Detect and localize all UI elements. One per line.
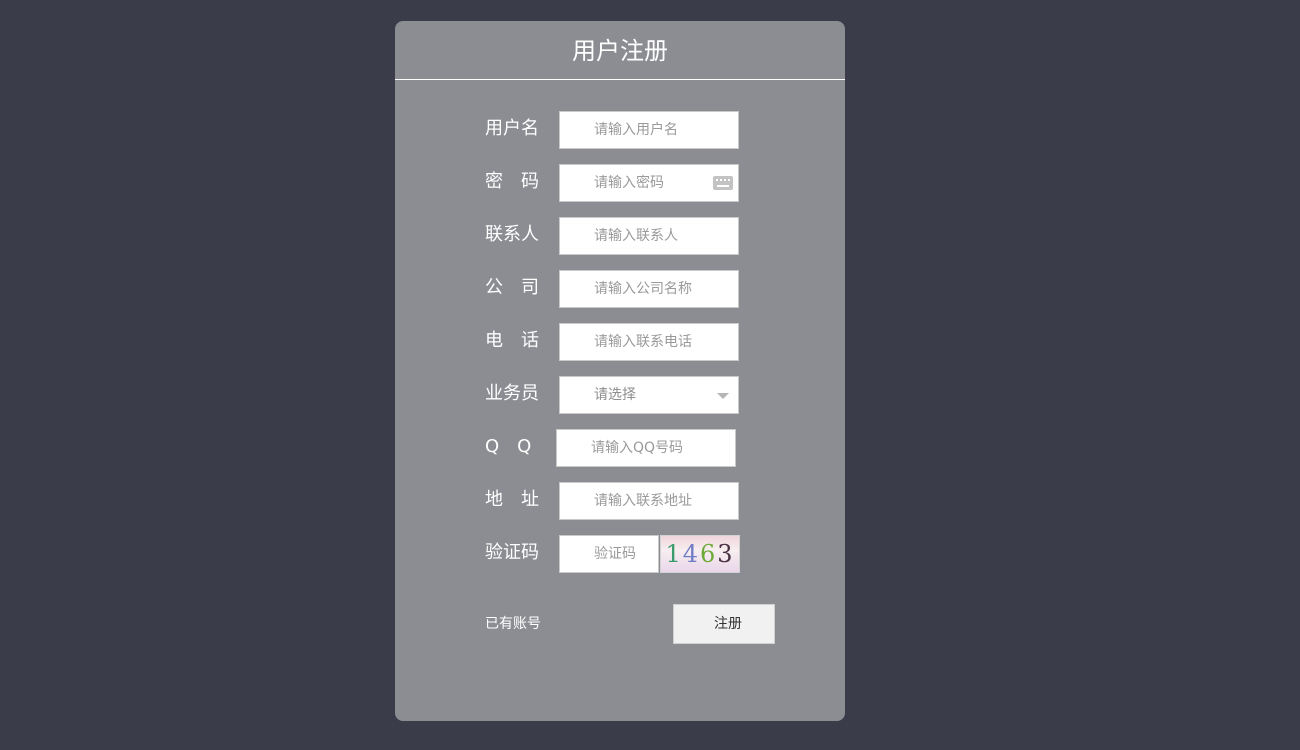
- qq-row: Q Q: [395, 429, 845, 467]
- phone-row: 电 话: [395, 323, 845, 361]
- salesperson-label: 业务员: [485, 383, 539, 404]
- qq-label: Q Q: [485, 436, 532, 457]
- password-input[interactable]: [560, 165, 738, 201]
- contact-row: 联系人: [395, 217, 845, 255]
- company-field-box: [559, 270, 739, 308]
- contact-input[interactable]: [560, 218, 738, 254]
- login-link[interactable]: 已有账号: [485, 613, 541, 633]
- captcha-label: 验证码: [485, 542, 539, 563]
- address-input[interactable]: [560, 483, 738, 519]
- captcha-input[interactable]: [560, 536, 658, 572]
- qq-field-box: [556, 429, 736, 467]
- captcha-digit: 3: [717, 540, 735, 568]
- address-label: 地 址: [485, 489, 539, 510]
- password-row: 密 码: [395, 164, 845, 202]
- captcha-digit: 1: [665, 540, 683, 568]
- captcha-row: 验证码 1463: [395, 535, 845, 573]
- phone-input[interactable]: [560, 324, 738, 360]
- phone-label: 电 话: [485, 330, 539, 351]
- keyboard-icon[interactable]: [713, 176, 733, 190]
- password-field-box: [559, 164, 739, 202]
- register-button[interactable]: 注册: [673, 604, 775, 644]
- company-input[interactable]: [560, 271, 738, 307]
- contact-field-box: [559, 217, 739, 255]
- address-row: 地 址: [395, 482, 845, 520]
- qq-input[interactable]: [557, 430, 735, 466]
- contact-label: 联系人: [485, 224, 539, 245]
- password-label: 密 码: [485, 171, 539, 192]
- username-row: 用户名: [395, 111, 845, 149]
- register-panel: 用户注册 用户名 密 码 联系人 公 司 电 话 业务员 请选择: [395, 21, 845, 721]
- company-label: 公 司: [485, 277, 539, 298]
- chevron-down-icon: [717, 393, 729, 399]
- page-title: 用户注册: [395, 21, 845, 80]
- salesperson-select[interactable]: 请选择: [559, 376, 739, 414]
- salesperson-row: 业务员 请选择: [395, 376, 845, 414]
- username-label: 用户名: [485, 118, 539, 139]
- captcha-digit: 4: [682, 540, 700, 568]
- salesperson-selected-value: 请选择: [594, 387, 636, 403]
- username-field-box: [559, 111, 739, 149]
- company-row: 公 司: [395, 270, 845, 308]
- username-input[interactable]: [560, 112, 738, 148]
- captcha-image[interactable]: 1463: [660, 535, 740, 573]
- phone-field-box: [559, 323, 739, 361]
- captcha-digit: 6: [700, 540, 718, 568]
- address-field-box: [559, 482, 739, 520]
- captcha-field-box: [559, 535, 659, 573]
